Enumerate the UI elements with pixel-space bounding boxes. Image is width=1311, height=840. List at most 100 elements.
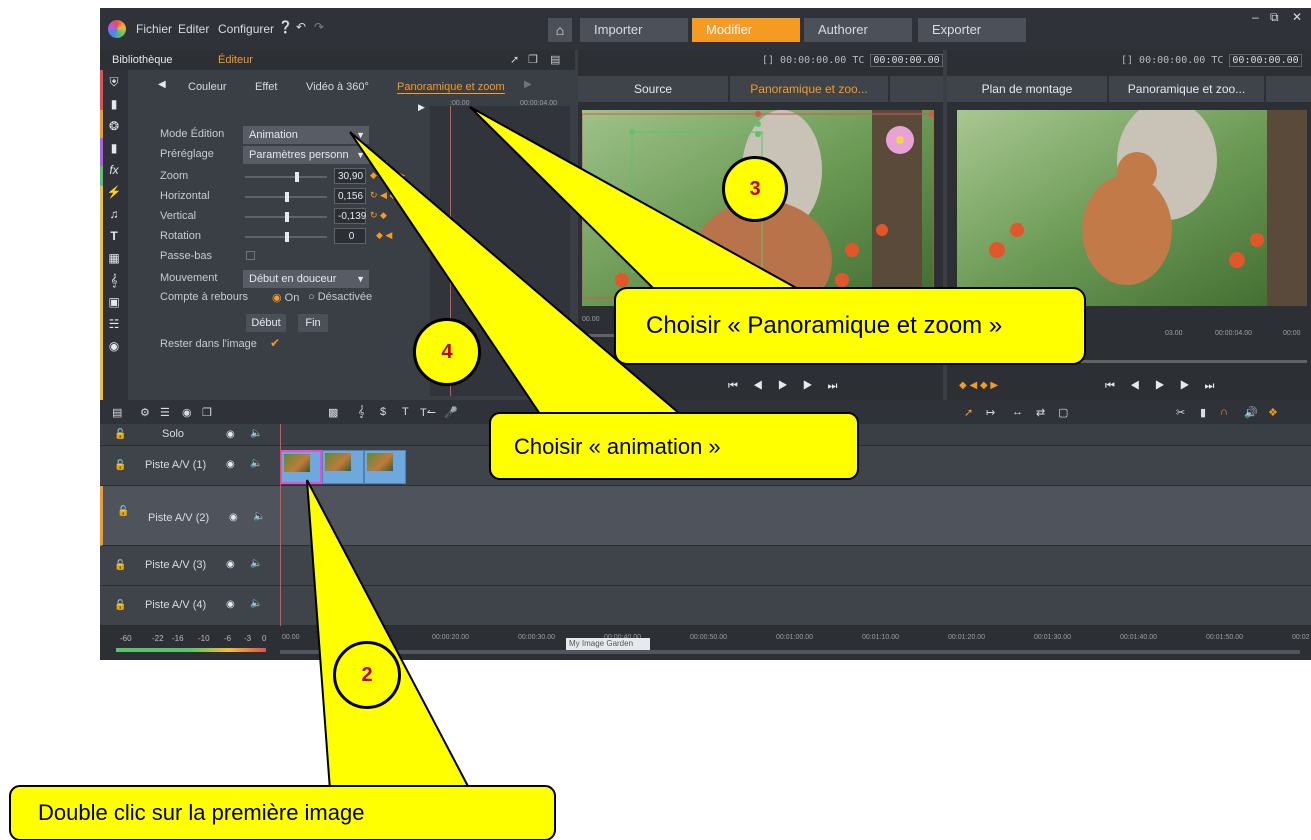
keyframe-icon[interactable]: ◆ ◀ bbox=[376, 230, 392, 241]
tabs-left-arrow[interactable]: ◀ bbox=[158, 79, 166, 90]
layout-icon[interactable]: ▤ bbox=[550, 53, 560, 66]
tab-editeur[interactable]: Éditeur bbox=[218, 54, 253, 66]
disc-icon[interactable]: ◉ bbox=[106, 338, 122, 354]
help-icon[interactable]: ❔ bbox=[278, 20, 293, 34]
menu-configurer[interactable]: Configurer bbox=[218, 22, 274, 36]
timeline-preview-image[interactable] bbox=[957, 110, 1307, 306]
tab-modifier[interactable]: Modifier bbox=[692, 18, 800, 42]
checkmark-icon[interactable]: ✔ bbox=[270, 336, 280, 350]
cursor-icon[interactable]: ➚ bbox=[964, 406, 973, 419]
snap-icon[interactable]: ▮ bbox=[1200, 406, 1206, 419]
clip-icon[interactable]: ▮ bbox=[106, 140, 122, 156]
playhead[interactable] bbox=[280, 424, 281, 660]
eye-icon[interactable]: ◉ bbox=[229, 512, 238, 523]
slip-icon[interactable]: ↔ bbox=[1012, 406, 1023, 418]
tab-source-pan[interactable]: Panoramique et zoo... bbox=[730, 76, 888, 102]
reset-icon[interactable]: ↻ ◆ bbox=[370, 210, 387, 221]
audio-scrub-icon[interactable]: 🔊 bbox=[1244, 406, 1258, 419]
timeline-scrollbar[interactable] bbox=[280, 650, 1300, 654]
rotation-input[interactable]: 0 bbox=[334, 228, 366, 244]
timeline-transport[interactable]: ⏮ ◀ ▶ ▶ ⏭ bbox=[1105, 380, 1220, 393]
lock-icon[interactable]: 🔓 bbox=[117, 506, 129, 517]
razor-icon[interactable]: ❖ bbox=[1268, 406, 1278, 419]
speaker-icon[interactable]: 🔈 bbox=[250, 458, 262, 469]
mouvement-dropdown[interactable]: Début en douceur ▼ bbox=[243, 270, 369, 288]
color-icon[interactable]: ❂ bbox=[106, 118, 122, 134]
music-icon[interactable]: ♫ bbox=[106, 206, 122, 222]
pin-icon[interactable]: ➚ bbox=[510, 53, 519, 66]
list-icon[interactable]: ☰ bbox=[160, 406, 170, 419]
storyboard-icon[interactable]: ▤ bbox=[112, 406, 122, 419]
split-icon[interactable]: ✂ bbox=[1176, 406, 1185, 419]
tab-authorer[interactable]: Authorer bbox=[804, 18, 912, 42]
dollar-icon[interactable]: $ bbox=[380, 406, 386, 418]
title-motion-icon[interactable]: T↼ bbox=[420, 406, 436, 419]
tab-video360[interactable]: Vidéo à 360° bbox=[306, 81, 369, 93]
radio-off[interactable]: ○ Désactivée bbox=[308, 291, 372, 303]
folder-icon[interactable]: ▮ bbox=[106, 96, 122, 112]
source-tc-box[interactable]: 00:00:00.00 bbox=[870, 54, 943, 67]
montage-icon[interactable]: ▦ bbox=[106, 250, 122, 266]
close-icon[interactable]: ✕ bbox=[1292, 10, 1302, 24]
detach-icon[interactable]: ❐ bbox=[528, 53, 538, 66]
timeline-scrub-bar[interactable] bbox=[957, 360, 1307, 363]
rotation-slider[interactable] bbox=[245, 232, 327, 242]
source-transport[interactable]: ⏮ ◀ ▶ ▶ ⏭ bbox=[728, 380, 843, 393]
waveform-icon[interactable]: ☵ bbox=[106, 316, 122, 332]
horizontal-input[interactable]: 0,156 bbox=[334, 188, 366, 204]
tab-source[interactable]: Source bbox=[578, 76, 728, 102]
eye-icon[interactable]: ◉ bbox=[226, 459, 235, 470]
timeline-tc-box[interactable]: 00:00:00.00 bbox=[1229, 54, 1302, 67]
vertical-slider[interactable] bbox=[245, 212, 327, 222]
restore-icon[interactable]: ⧉ bbox=[1270, 10, 1279, 25]
tab-effet[interactable]: Effet bbox=[255, 81, 277, 93]
mic-icon[interactable]: 🎤 bbox=[444, 406, 458, 419]
horizontal-slider[interactable] bbox=[245, 192, 327, 202]
speaker-icon[interactable]: 🔈 bbox=[250, 558, 262, 569]
tab-panoramique-zoom[interactable]: Panoramique et zoom bbox=[397, 81, 505, 94]
radio-on[interactable]: ◉ On bbox=[272, 291, 299, 304]
ripple-icon[interactable]: ↦ bbox=[986, 406, 995, 419]
tab-bibliotheque[interactable]: Bibliothèque bbox=[112, 54, 173, 66]
clef-icon[interactable]: 𝄞 bbox=[358, 406, 365, 419]
settings-icon[interactable]: ⚙ bbox=[140, 406, 150, 419]
keyframe-icon[interactable]: ◆ ◀ ◆ ▶ bbox=[370, 170, 405, 181]
lock-icon[interactable]: 🔓 bbox=[114, 460, 126, 471]
fit-icon[interactable]: ▢ bbox=[1058, 406, 1068, 419]
clip-image-3[interactable] bbox=[364, 450, 406, 484]
preglage-dropdown[interactable]: Paramètres personn ▼ bbox=[243, 146, 369, 164]
keyframe-nav-icon[interactable]: ◆ ◀ ◆ ▶ bbox=[959, 380, 998, 391]
home-button[interactable]: ⌂ bbox=[548, 18, 572, 42]
clip-image-2[interactable] bbox=[322, 450, 364, 484]
menu-editer[interactable]: Editer bbox=[178, 22, 209, 36]
magnet-icon[interactable]: ∩ bbox=[1220, 406, 1228, 418]
zoom-slider[interactable] bbox=[245, 172, 327, 182]
transition-icon[interactable]: ⚡ bbox=[106, 184, 122, 200]
audio-bars-icon[interactable]: ▩ bbox=[328, 406, 338, 419]
speaker-icon[interactable]: 🔈 bbox=[250, 598, 262, 609]
eye-icon[interactable]: ◉ bbox=[226, 429, 235, 440]
vertical-input[interactable]: -0,139 bbox=[334, 208, 366, 224]
eye-icon[interactable]: ◉ bbox=[226, 599, 235, 610]
debut-button[interactable]: Début bbox=[246, 314, 286, 332]
zoom-input[interactable]: 30,90 bbox=[334, 168, 366, 184]
tab-importer[interactable]: Importer bbox=[580, 18, 688, 42]
undo-icon[interactable]: ↶ bbox=[296, 20, 306, 34]
play-kf-icon[interactable]: ▶ bbox=[418, 102, 425, 113]
menu-fichier[interactable]: Fichier bbox=[136, 22, 172, 36]
speaker-icon[interactable]: 🔈 bbox=[250, 428, 262, 439]
lock-icon[interactable]: 🔓 bbox=[114, 429, 126, 440]
tab-exporter[interactable]: Exporter bbox=[918, 18, 1026, 42]
disc-icon[interactable]: ◉ bbox=[182, 406, 192, 419]
minimize-icon[interactable]: – bbox=[1252, 10, 1259, 24]
copy-icon[interactable]: ❐ bbox=[202, 406, 212, 419]
clip-image-1[interactable] bbox=[280, 450, 322, 484]
speaker-icon[interactable]: 🔈 bbox=[253, 511, 265, 522]
piano-icon[interactable]: ▣ bbox=[106, 294, 122, 310]
shield-icon[interactable]: ⛨ bbox=[106, 74, 122, 90]
clef-icon[interactable]: 𝄞 bbox=[106, 272, 122, 288]
redo-icon[interactable]: ↷ bbox=[314, 20, 324, 34]
slide-icon[interactable]: ⇄ bbox=[1036, 406, 1045, 419]
tab-timeline-pan[interactable]: Panoramique et zoo... bbox=[1109, 76, 1264, 102]
passebas-checkbox[interactable] bbox=[246, 251, 255, 260]
